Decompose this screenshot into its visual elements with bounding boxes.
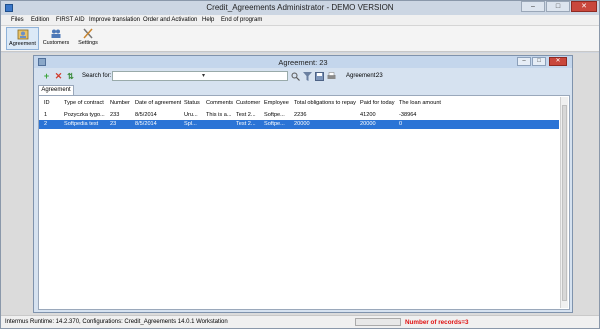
runtime-info: Intermus Runtime: 14.2.370, Configuratio…	[5, 319, 228, 325]
cell-date: 8/5/2014	[135, 112, 157, 118]
cell-number: 233	[110, 112, 120, 118]
customers-button[interactable]: Customers	[41, 27, 71, 50]
column-header[interactable]: ID	[44, 100, 60, 106]
tab-agreement[interactable]: Agreement	[38, 85, 74, 95]
cell-loan: 0	[399, 121, 403, 127]
refresh-icon[interactable]: ⇅	[66, 72, 75, 81]
child-close-button[interactable]: ✕	[549, 57, 567, 66]
menu-end-of-program[interactable]: End of program	[221, 17, 262, 23]
vertical-scrollbar[interactable]	[560, 97, 568, 308]
tab-bar: Agreement	[38, 85, 570, 95]
tools-icon	[83, 28, 93, 39]
cell-number: 23	[110, 121, 117, 127]
cell-customer: Test 2...	[236, 112, 256, 118]
delete-icon[interactable]: ✕	[54, 72, 63, 81]
progress-bar	[355, 318, 401, 326]
menu-edition[interactable]: Edition	[31, 17, 49, 23]
search-icon[interactable]	[291, 72, 300, 81]
child-toolbar: + ✕ ⇅ Search for: ▾ Agreement: 23	[38, 70, 570, 82]
main-toolbar: Agreement Customers Settings	[1, 26, 599, 52]
menu-bar: Files Edition FIRST AID Improve translat…	[1, 15, 599, 26]
window-title: Credit_Agreements Administrator - DEMO V…	[206, 3, 394, 12]
search-dropdown-icon[interactable]: ▾	[202, 72, 205, 79]
customers-label: Customers	[42, 40, 70, 46]
cell-type: Softpedia test	[64, 121, 99, 127]
menu-first-aid[interactable]: FIRST AID	[56, 17, 85, 23]
title-bar: Credit_Agreements Administrator - DEMO V…	[1, 1, 599, 15]
scrollbar-thumb[interactable]	[562, 105, 567, 301]
cell-customer: Test 2...	[236, 121, 256, 127]
cell-loan: -38964	[399, 112, 417, 118]
cell-status: Spl...	[184, 121, 197, 127]
cell-employee: Softpe...	[264, 121, 285, 127]
child-title: Agreement: 23	[278, 58, 328, 67]
column-header[interactable]: Number	[110, 100, 133, 106]
child-minimize-button[interactable]: –	[517, 57, 531, 66]
agreement-icon	[17, 29, 28, 40]
agreements-table: ID Type of contract Number Date of agree…	[38, 95, 570, 310]
minimize-button[interactable]: –	[521, 1, 545, 12]
record-count: Number of records=3	[405, 319, 469, 326]
menu-order-activation[interactable]: Order and Activation	[143, 17, 197, 23]
maximize-button[interactable]: □	[546, 1, 570, 12]
child-maximize-button[interactable]: □	[532, 57, 546, 66]
agreement-field-label: Agreement:	[346, 73, 378, 79]
settings-label: Settings	[78, 40, 98, 46]
cell-status: Uru...	[184, 112, 198, 118]
cell-total: 2236	[294, 112, 307, 118]
cell-date: 8/5/2014	[135, 121, 157, 127]
main-window: Credit_Agreements Administrator - DEMO V…	[0, 0, 600, 329]
print-icon[interactable]	[327, 72, 336, 81]
search-input[interactable]	[112, 71, 288, 81]
workspace: Agreement: 23 – □ ✕ + ✕ ⇅ Search for: ▾	[1, 53, 599, 315]
table-header: ID Type of contract Number Date of agree…	[39, 100, 559, 110]
column-header[interactable]: Customer	[236, 100, 262, 106]
column-header[interactable]: Date of agreement	[135, 100, 181, 106]
child-title-bar: Agreement: 23 – □ ✕	[34, 56, 572, 68]
menu-improve-translation[interactable]: Improve translation	[89, 17, 140, 23]
cell-paid: 41200	[360, 112, 376, 118]
status-bar: Intermus Runtime: 14.2.370, Configuratio…	[1, 315, 599, 328]
agreement-label: Agreement	[9, 41, 36, 47]
agreement-number: 23	[376, 73, 383, 79]
column-header[interactable]: Total obligations to repay	[294, 100, 357, 106]
close-button[interactable]: ✕	[571, 1, 597, 12]
column-header[interactable]: Comments	[206, 100, 234, 106]
settings-button[interactable]: Settings	[74, 27, 102, 50]
customers-icon	[51, 29, 61, 38]
search-label: Search for:	[82, 73, 112, 79]
column-header[interactable]: Type of contract	[64, 100, 108, 106]
menu-files[interactable]: Files	[11, 17, 24, 23]
cell-id: 1	[44, 112, 48, 118]
save-icon[interactable]	[315, 72, 324, 81]
filter-icon[interactable]	[303, 72, 312, 81]
cell-type: Pozyczka tygo...	[64, 112, 105, 118]
add-icon[interactable]: +	[42, 72, 51, 81]
table-row[interactable]: 1 Pozyczka tygo... 233 8/5/2014 Uru... T…	[39, 111, 559, 120]
menu-help[interactable]: Help	[202, 17, 214, 23]
cell-comments: This is a...	[206, 112, 232, 118]
cell-total: 20000	[294, 121, 310, 127]
agreement-button[interactable]: Agreement	[6, 27, 39, 50]
column-header[interactable]: Status	[184, 100, 204, 106]
cell-employee: Softpe...	[264, 112, 285, 118]
column-header[interactable]: The loan amount	[399, 100, 447, 106]
column-header[interactable]: Employee	[264, 100, 292, 106]
cell-paid: 20000	[360, 121, 376, 127]
table-row-selected[interactable]: 2 Softpedia test 23 8/5/2014 Spl... Test…	[39, 120, 559, 129]
agreement-window: Agreement: 23 – □ ✕ + ✕ ⇅ Search for: ▾	[33, 55, 573, 313]
cell-id: 2	[44, 121, 48, 127]
column-header[interactable]: Paid for today	[360, 100, 396, 106]
